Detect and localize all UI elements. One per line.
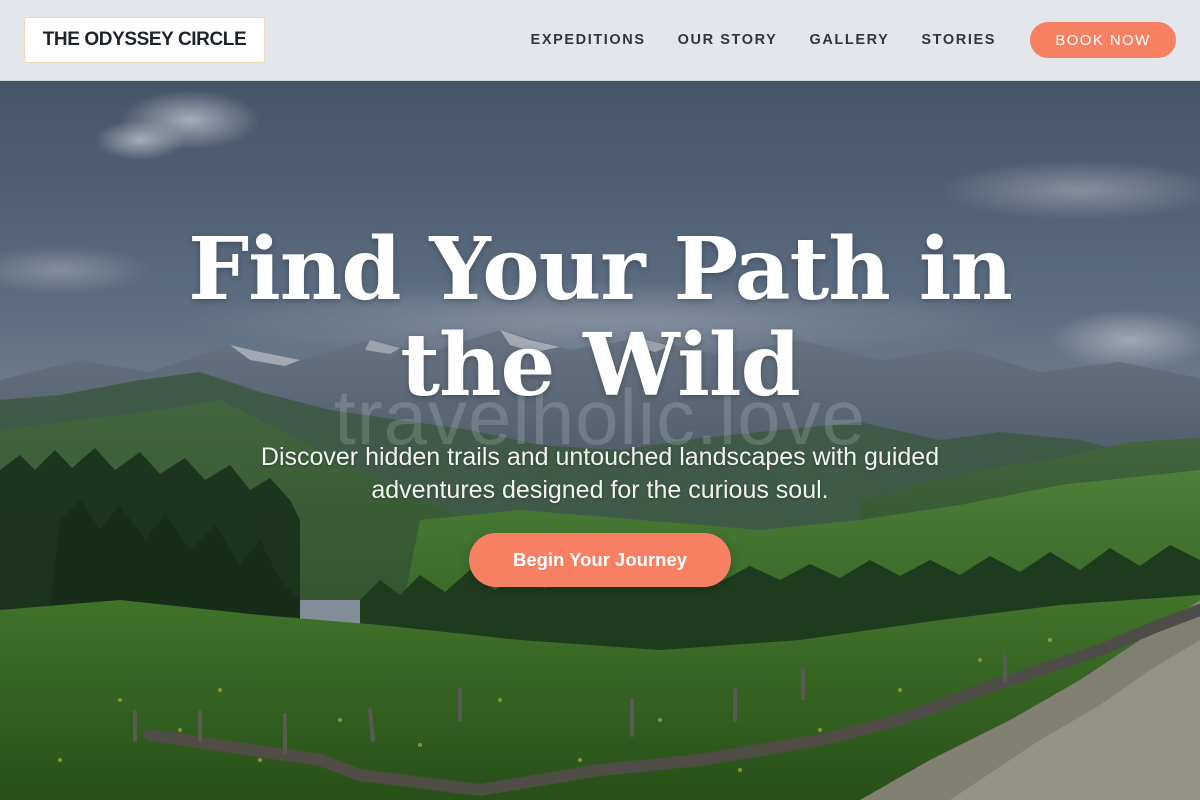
site-logo[interactable]: THE ODYSSEY CIRCLE (24, 17, 265, 63)
main-navigation: EXPEDITIONS OUR STORY GALLERY STORIES BO… (531, 0, 1176, 80)
hero-section: travelholic.love Find Your Path in the W… (0, 0, 1200, 800)
hero-subtitle: Discover hidden trails and untouched lan… (260, 443, 940, 504)
book-now-button[interactable]: BOOK NOW (1030, 22, 1176, 58)
begin-journey-button[interactable]: Begin Your Journey (469, 533, 731, 587)
nav-link-gallery[interactable]: GALLERY (809, 32, 889, 48)
site-header: THE ODYSSEY CIRCLE EXPEDITIONS OUR STORY… (0, 0, 1200, 81)
hero-title: Find Your Path in the Wild (188, 219, 1013, 416)
page: THE ODYSSEY CIRCLE EXPEDITIONS OUR STORY… (0, 0, 1200, 800)
nav-link-our-story[interactable]: OUR STORY (678, 32, 778, 48)
nav-link-expeditions[interactable]: EXPEDITIONS (531, 32, 646, 48)
nav-link-stories[interactable]: STORIES (921, 32, 996, 48)
